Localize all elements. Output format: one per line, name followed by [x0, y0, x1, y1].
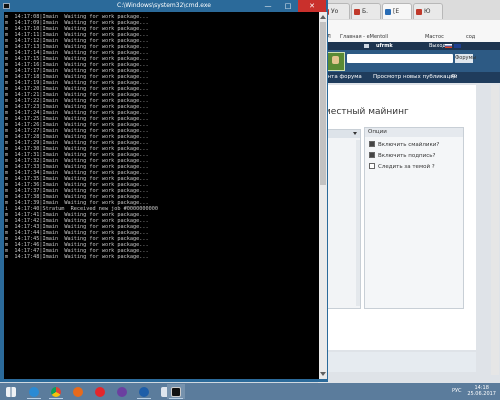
- bookmark-item[interactable]: Главная - eMentoll: [340, 34, 388, 40]
- options-panel: Опции Включить смайлики? Включить подпис…: [364, 127, 464, 309]
- forum-sub-nav: Лента форума Просмотр новых публикаций ⚲: [318, 72, 500, 83]
- browser-scrollbar[interactable]: [491, 85, 499, 375]
- tab-favicon-icon: [416, 9, 422, 15]
- maximize-button[interactable]: □: [278, 0, 298, 12]
- taskbar-app[interactable]: [47, 384, 65, 399]
- bookmark-item[interactable]: сод: [466, 34, 475, 40]
- taskbar-app[interactable]: [91, 384, 109, 399]
- forum-top-nav: ufrmk Выход: [318, 42, 500, 50]
- checkbox[interactable]: [369, 163, 375, 169]
- editor-footer: [324, 352, 476, 372]
- tab-favicon-icon: [385, 9, 391, 15]
- avatar[interactable]: [326, 52, 345, 71]
- teamviewer-icon: [117, 387, 127, 397]
- taskbar-app[interactable]: [135, 384, 153, 399]
- browser-tab-bar: Уо Б. [E Ю: [318, 0, 500, 21]
- subnav-item[interactable]: Просмотр новых публикаций: [373, 72, 457, 83]
- taskbar-app-active[interactable]: [167, 384, 185, 399]
- flag-en-icon[interactable]: [454, 44, 461, 48]
- option-enable-smilies[interactable]: Включить смайлики?: [369, 140, 439, 148]
- browser-tab[interactable]: Ю: [413, 3, 443, 19]
- browser-window[interactable]: Уо Б. [E Ю ГОЛ Главная - eMentoll Мастос…: [318, 0, 500, 383]
- close-button[interactable]: ✕: [298, 0, 326, 12]
- tab-title: Б.: [362, 8, 369, 15]
- option-enable-signature[interactable]: Включить подпись?: [369, 151, 435, 159]
- tab-title: Уо: [331, 8, 339, 15]
- paint-icon: [139, 387, 149, 397]
- tab-title: [E: [393, 8, 400, 15]
- search-input[interactable]: [347, 54, 453, 63]
- editor-toolbar: [325, 130, 360, 138]
- minimize-button[interactable]: —: [258, 0, 278, 12]
- language-indicator[interactable]: РУС: [452, 388, 462, 394]
- scroll-up-icon[interactable]: [320, 15, 326, 19]
- taskbar-app[interactable]: [69, 384, 87, 399]
- options-title: Опции: [365, 128, 463, 137]
- taskbar-app[interactable]: [113, 384, 131, 399]
- option-label: Включить подпись?: [378, 153, 436, 159]
- cmd-title-bar[interactable]: C:\Windows\system32\cmd.exe — □ ✕: [0, 0, 328, 12]
- forums-search-button[interactable]: Форумы: [455, 54, 476, 63]
- ie-icon: [29, 387, 39, 397]
- option-label: Следить за темой ?: [378, 164, 435, 170]
- bookmark-item[interactable]: Мастос: [425, 34, 444, 40]
- option-follow-topic[interactable]: Следить за темой ?: [369, 162, 435, 170]
- editor-scrollbar[interactable]: [356, 140, 360, 306]
- option-label: Включить смайлики?: [378, 142, 440, 148]
- forum-page: ufrmk Выход Форумы Лента форума Просмотр…: [318, 42, 500, 383]
- chevron-down-icon[interactable]: [353, 132, 357, 135]
- checkbox[interactable]: [369, 141, 375, 147]
- mail-icon[interactable]: [364, 44, 369, 48]
- browser-tab-active[interactable]: [E: [382, 3, 412, 19]
- scrollbar-thumb[interactable]: [320, 22, 326, 185]
- tab-title: Ю: [424, 8, 431, 15]
- cmd-icon: [171, 387, 181, 397]
- clock-date: 25.06.2017: [467, 391, 496, 397]
- address-bar[interactable]: [318, 20, 500, 34]
- start-button[interactable]: [2, 384, 20, 399]
- taskbar: РУС 14:18 25.06.2017: [0, 383, 500, 400]
- post-editor-area: местный майнинг Опции Включить смайлики?…: [324, 85, 476, 350]
- scroll-down-icon[interactable]: [320, 372, 326, 376]
- windows-start-icon: [6, 387, 16, 397]
- console-scrollbar[interactable]: [319, 12, 327, 379]
- taskbar-app[interactable]: [25, 384, 43, 399]
- console-line: m 14:17:48|Imain Waiting for work packag…: [5, 254, 149, 260]
- chrome-icon: [51, 387, 61, 397]
- clock[interactable]: 14:18 25.06.2017: [467, 385, 496, 397]
- browser-tab[interactable]: Б.: [351, 3, 381, 19]
- yandex-icon: [95, 387, 105, 397]
- checkbox[interactable]: [369, 152, 375, 158]
- page-title: местный майнинг: [324, 107, 409, 117]
- cmd-window[interactable]: C:\Windows\system32\cmd.exe — □ ✕ m 14:1…: [0, 0, 328, 382]
- user-name[interactable]: ufrmk: [376, 42, 393, 50]
- editor-box[interactable]: [324, 129, 361, 309]
- firefox-icon: [73, 387, 83, 397]
- exit-link[interactable]: Выход: [429, 42, 446, 50]
- flag-ru-icon[interactable]: [445, 44, 452, 48]
- tab-favicon-icon: [354, 9, 360, 15]
- forum-header: Форумы: [318, 50, 500, 72]
- console-output[interactable]: m 14:17:08|Imain Waiting for work packag…: [4, 12, 319, 379]
- location-pin-icon[interactable]: ⚲: [451, 72, 455, 83]
